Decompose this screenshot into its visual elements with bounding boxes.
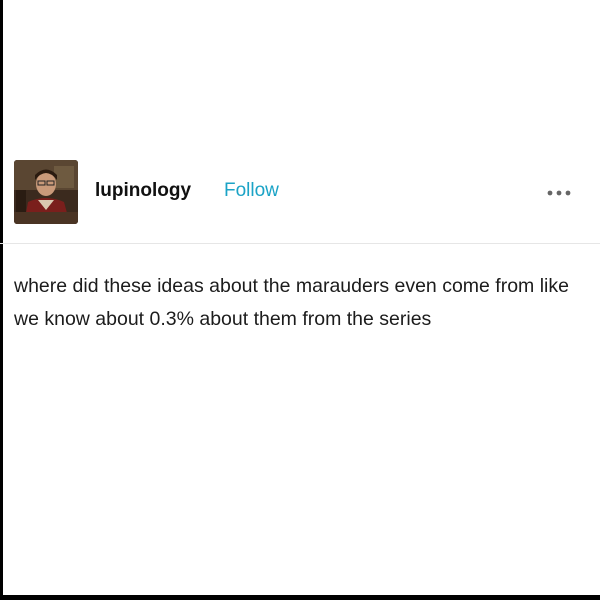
post-header: lupinology Follow <box>0 158 600 228</box>
author-avatar[interactable] <box>14 160 78 224</box>
more-options-icon[interactable] <box>546 186 572 198</box>
frame-left-border <box>0 0 3 600</box>
header-divider <box>0 243 600 244</box>
author-username[interactable]: lupinology <box>95 180 191 202</box>
follow-button[interactable]: Follow <box>224 180 279 202</box>
post-body-text: where did these ideas about the marauder… <box>14 275 569 330</box>
avatar-photo-icon <box>14 160 78 224</box>
frame-bottom-border <box>0 595 600 600</box>
